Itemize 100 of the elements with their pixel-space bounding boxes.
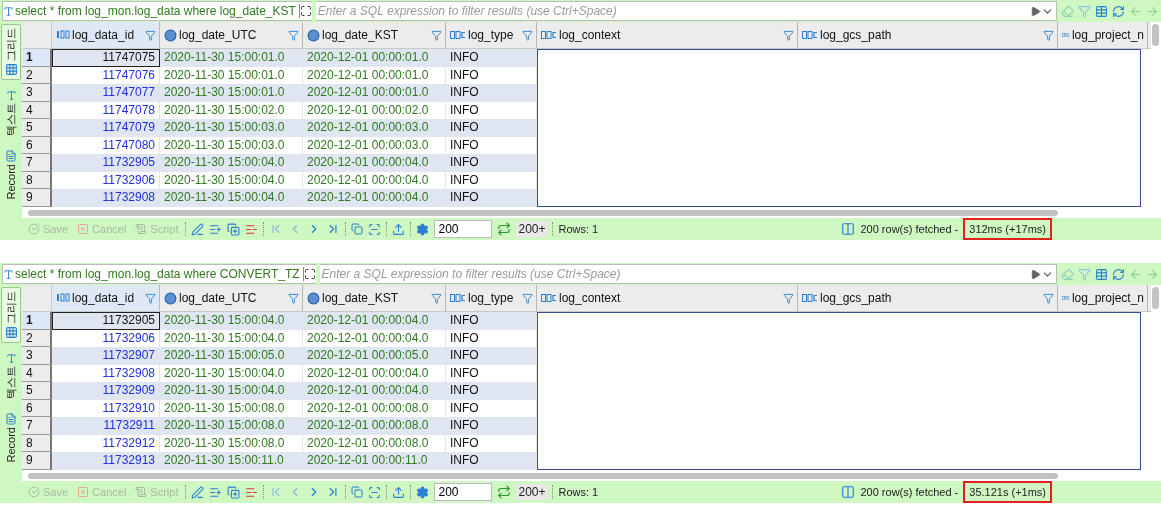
scrollbar-thumb[interactable] <box>28 209 1058 216</box>
table-cell: 2020-11-30 15:00:04.0 <box>160 382 303 400</box>
add-row-icon[interactable] <box>209 222 223 236</box>
scan-icon[interactable] <box>368 222 382 236</box>
view-tab[interactable]: 그리드 <box>1 24 21 80</box>
back-arrow-icon[interactable] <box>1129 4 1142 18</box>
copy-icon[interactable] <box>351 223 364 235</box>
refresh-icon[interactable] <box>1112 267 1125 281</box>
forward-arrow-icon[interactable] <box>1146 267 1159 281</box>
row-number[interactable]: 5 <box>22 119 52 137</box>
view-tab[interactable]: 텍스트 <box>1 349 21 403</box>
filter-icon[interactable] <box>1078 267 1091 281</box>
filter-sort-icon[interactable] <box>145 29 156 41</box>
fetch-more-button[interactable]: 200+ <box>516 221 548 237</box>
settings-icon[interactable] <box>416 222 430 236</box>
refresh-icon[interactable] <box>497 485 512 499</box>
table-cell: 2020-11-30 15:00:11.0 <box>160 452 303 470</box>
forward-arrow-icon[interactable] <box>1146 4 1159 18</box>
table-settings-icon[interactable] <box>1095 267 1108 281</box>
settings-icon[interactable] <box>416 485 430 499</box>
columns-icon[interactable] <box>841 485 856 499</box>
filter-sort-icon[interactable] <box>145 292 156 304</box>
copy-icon[interactable] <box>351 486 364 498</box>
scrollbar-thumb[interactable] <box>1152 287 1159 309</box>
copy-row-icon[interactable] <box>227 485 241 499</box>
filter-icon[interactable] <box>1078 4 1091 18</box>
export-icon[interactable] <box>392 485 406 499</box>
add-row-icon[interactable] <box>209 485 223 499</box>
row-number[interactable]: 1 <box>22 49 52 67</box>
filter-field[interactable]: Enter a SQL expression to filter results (use Ctrl+Space) <box>319 264 1057 284</box>
filter-sort-icon[interactable] <box>522 292 533 304</box>
table-cell: 11747077 <box>52 84 160 102</box>
refresh-icon[interactable] <box>497 222 512 236</box>
scan-icon[interactable] <box>368 485 382 499</box>
table-cell: 2020-11-30 15:00:01.0 <box>160 84 303 102</box>
table-cell: 2020-12-01 00:00:08.0 <box>303 417 446 435</box>
text-type-icon <box>541 30 557 40</box>
delete-row-icon[interactable] <box>245 222 259 236</box>
text-type-icon <box>450 293 466 303</box>
fetch-size-field[interactable]: 200 <box>434 483 493 501</box>
view-tab[interactable]: Record <box>1 146 21 204</box>
scrollbar-thumb[interactable] <box>28 472 1058 479</box>
export-icon[interactable] <box>392 222 406 236</box>
edit-row-icon[interactable] <box>191 485 205 499</box>
row-number[interactable]: 3 <box>22 84 52 102</box>
filter-sort-icon[interactable] <box>431 29 442 41</box>
row-number[interactable]: 7 <box>22 154 52 172</box>
column-header[interactable]: log_data_id <box>52 285 160 311</box>
back-arrow-icon[interactable] <box>1129 267 1142 281</box>
row-number[interactable]: 7 <box>22 417 52 435</box>
table-cell: INFO <box>446 417 537 435</box>
row-number[interactable]: 9 <box>22 452 52 470</box>
row-number[interactable]: 5 <box>22 382 52 400</box>
play-icon[interactable] <box>1030 268 1041 280</box>
copy-row-icon[interactable] <box>227 222 241 236</box>
scrollbar-thumb[interactable] <box>1152 24 1159 46</box>
eraser-icon[interactable] <box>1061 267 1074 281</box>
view-tab[interactable]: Record <box>1 409 21 467</box>
filter-sort-icon[interactable] <box>1043 29 1054 41</box>
filter-field[interactable]: Enter a SQL expression to filter results (use Ctrl+Space) <box>315 1 1057 21</box>
filter-sort-icon[interactable] <box>288 29 299 41</box>
play-icon[interactable] <box>1030 5 1041 17</box>
delete-row-icon[interactable] <box>245 485 259 499</box>
filter-sort-icon[interactable] <box>288 292 299 304</box>
row-number[interactable]: 9 <box>22 189 52 207</box>
eraser-icon[interactable] <box>1061 4 1074 18</box>
refresh-icon[interactable] <box>1112 4 1125 18</box>
filter-sort-icon[interactable] <box>783 292 794 304</box>
table-cell: INFO <box>446 84 537 102</box>
text-icon <box>5 353 17 364</box>
view-tab[interactable]: 그리드 <box>1 287 21 343</box>
check-circle-icon <box>28 486 40 498</box>
cancel-icon <box>77 223 90 235</box>
query-text: select * from log_mon.log_data where CONVERT_TZ <box>14 267 304 281</box>
filter-sort-icon[interactable] <box>1043 292 1054 304</box>
row-number[interactable]: 3 <box>22 347 52 365</box>
edit-row-icon[interactable] <box>191 222 205 236</box>
columns-icon[interactable] <box>841 222 856 236</box>
filter-sort-icon[interactable] <box>431 292 442 304</box>
fetch-status: 200 row(s) fetched - <box>860 486 959 498</box>
view-tab[interactable]: 텍스트 <box>1 86 21 140</box>
filter-sort-icon[interactable] <box>522 29 533 41</box>
fetch-time: 312ms (+17ms) <box>963 218 1052 240</box>
filter-input[interactable]: Enter a SQL expression to filter results (use Ctrl+Space) <box>315 3 1030 19</box>
table-cell: 11732908 <box>52 189 160 207</box>
table-cell: INFO <box>446 347 537 365</box>
text-type-icon <box>802 293 818 303</box>
expand-icon[interactable] <box>303 268 316 280</box>
query-text: select * from log_mon.log_data where log_date_KST <box>14 4 300 18</box>
table-settings-icon[interactable] <box>1095 4 1108 18</box>
fetch-more-button[interactable]: 200+ <box>516 484 548 500</box>
table-cell: INFO <box>446 49 537 67</box>
filter-input[interactable]: Enter a SQL expression to filter results (use Ctrl+Space) <box>319 266 1030 282</box>
row-number[interactable]: 1 <box>22 312 52 330</box>
column-header[interactable]: log_data_id <box>52 22 160 48</box>
table-cell: 2020-12-01 00:00:04.0 <box>303 312 446 330</box>
fetch-size-field[interactable]: 200 <box>434 220 493 238</box>
expand-icon[interactable] <box>299 5 312 17</box>
number-type-icon <box>56 292 70 304</box>
filter-sort-icon[interactable] <box>783 29 794 41</box>
